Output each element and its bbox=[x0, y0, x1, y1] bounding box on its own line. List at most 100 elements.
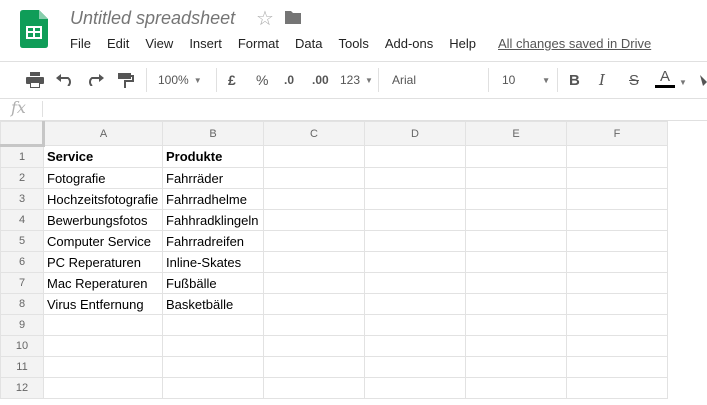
menu-tools[interactable]: Tools bbox=[338, 36, 368, 54]
currency-format-button[interactable]: £ bbox=[228, 70, 236, 90]
row-header[interactable]: 12 bbox=[0, 377, 44, 399]
cell[interactable]: Fahrradreifen bbox=[162, 230, 264, 252]
cell[interactable] bbox=[43, 356, 163, 378]
cell[interactable]: PC Reperaturen bbox=[43, 251, 163, 273]
cell[interactable] bbox=[566, 356, 668, 378]
cell[interactable] bbox=[465, 335, 567, 357]
cell[interactable] bbox=[465, 251, 567, 273]
cell[interactable] bbox=[465, 272, 567, 294]
cell[interactable] bbox=[566, 209, 668, 231]
cell[interactable] bbox=[566, 272, 668, 294]
cell[interactable] bbox=[566, 293, 668, 315]
cell[interactable] bbox=[364, 230, 466, 252]
row-header[interactable]: 10 bbox=[0, 335, 44, 357]
menu-insert[interactable]: Insert bbox=[189, 36, 222, 54]
cell[interactable] bbox=[364, 272, 466, 294]
cell[interactable] bbox=[162, 356, 264, 378]
percent-format-button[interactable]: % bbox=[256, 70, 268, 90]
cell[interactable] bbox=[364, 314, 466, 336]
cell[interactable]: Bewerbungsfotos bbox=[43, 209, 163, 231]
cell[interactable]: Hochzeitsfotografie bbox=[43, 188, 163, 210]
cell[interactable] bbox=[465, 377, 567, 399]
cell[interactable]: Produkte bbox=[162, 145, 264, 168]
cell[interactable] bbox=[566, 377, 668, 399]
cell[interactable] bbox=[566, 188, 668, 210]
menu-help[interactable]: Help bbox=[449, 36, 476, 54]
fill-color-icon[interactable] bbox=[700, 70, 707, 90]
cell[interactable]: Fotografie bbox=[43, 167, 163, 189]
document-title[interactable]: Untitled spreadsheet bbox=[70, 8, 235, 29]
cell[interactable] bbox=[43, 335, 163, 357]
increase-decimals-button[interactable]: .00 bbox=[312, 70, 329, 90]
menu-view[interactable]: View bbox=[145, 36, 173, 54]
cell[interactable] bbox=[263, 377, 365, 399]
redo-icon[interactable] bbox=[86, 70, 104, 90]
cell[interactable]: Computer Service bbox=[43, 230, 163, 252]
row-header[interactable]: 8 bbox=[0, 293, 44, 315]
cell[interactable] bbox=[364, 335, 466, 357]
folder-icon[interactable] bbox=[285, 10, 301, 24]
cell[interactable] bbox=[566, 145, 668, 168]
cell[interactable] bbox=[465, 209, 567, 231]
formula-input[interactable] bbox=[50, 101, 700, 117]
cell[interactable] bbox=[263, 293, 365, 315]
zoom-select[interactable]: 100% ▼ bbox=[158, 70, 202, 90]
text-color-button[interactable]: A bbox=[655, 68, 675, 94]
cell[interactable]: Basketbälle bbox=[162, 293, 264, 315]
row-header[interactable]: 4 bbox=[0, 209, 44, 231]
cell[interactable] bbox=[566, 335, 668, 357]
cell[interactable]: Mac Reperaturen bbox=[43, 272, 163, 294]
cell[interactable]: Fahrräder bbox=[162, 167, 264, 189]
cell[interactable] bbox=[263, 230, 365, 252]
cell[interactable]: Service bbox=[43, 145, 163, 168]
cell[interactable] bbox=[263, 188, 365, 210]
column-header-d[interactable]: D bbox=[364, 121, 466, 146]
cell[interactable] bbox=[364, 188, 466, 210]
decrease-decimals-button[interactable]: .0 bbox=[284, 70, 294, 90]
cell[interactable] bbox=[43, 314, 163, 336]
cell[interactable] bbox=[566, 251, 668, 273]
row-header[interactable]: 6 bbox=[0, 251, 44, 273]
sheets-logo-icon[interactable] bbox=[20, 10, 48, 48]
cell[interactable] bbox=[465, 293, 567, 315]
italic-button[interactable]: I bbox=[599, 70, 605, 90]
cell[interactable]: Virus Entfernung bbox=[43, 293, 163, 315]
cell[interactable] bbox=[263, 314, 365, 336]
cell[interactable] bbox=[263, 209, 365, 231]
cell[interactable] bbox=[263, 167, 365, 189]
paint-format-icon[interactable] bbox=[118, 70, 134, 90]
menu-addons[interactable]: Add-ons bbox=[385, 36, 433, 54]
cell[interactable] bbox=[465, 167, 567, 189]
cell[interactable] bbox=[263, 145, 365, 168]
column-header-e[interactable]: E bbox=[465, 121, 567, 146]
row-header[interactable]: 3 bbox=[0, 188, 44, 210]
row-header[interactable]: 11 bbox=[0, 356, 44, 378]
undo-icon[interactable] bbox=[56, 70, 74, 90]
cell[interactable] bbox=[566, 230, 668, 252]
cell[interactable] bbox=[263, 251, 365, 273]
cell[interactable] bbox=[263, 335, 365, 357]
cell[interactable] bbox=[465, 314, 567, 336]
save-status-link[interactable]: All changes saved in Drive bbox=[498, 36, 651, 51]
strikethrough-button[interactable]: S bbox=[629, 70, 639, 90]
more-formats-button[interactable]: 123 ▼ bbox=[340, 70, 373, 90]
cell[interactable] bbox=[364, 167, 466, 189]
cell[interactable] bbox=[364, 293, 466, 315]
cell[interactable]: Fahrradhelme bbox=[162, 188, 264, 210]
menu-file[interactable]: File bbox=[70, 36, 91, 54]
cell[interactable] bbox=[162, 314, 264, 336]
bold-button[interactable]: B bbox=[569, 70, 580, 90]
row-header[interactable]: 2 bbox=[0, 167, 44, 189]
cell[interactable] bbox=[263, 356, 365, 378]
column-header-c[interactable]: C bbox=[263, 121, 365, 146]
cell[interactable] bbox=[263, 272, 365, 294]
cell[interactable] bbox=[566, 167, 668, 189]
column-header-a[interactable]: A bbox=[43, 121, 163, 146]
cell[interactable] bbox=[364, 356, 466, 378]
row-header[interactable]: 7 bbox=[0, 272, 44, 294]
cell[interactable]: Fußbälle bbox=[162, 272, 264, 294]
cell[interactable] bbox=[162, 377, 264, 399]
cell[interactable] bbox=[465, 230, 567, 252]
cell[interactable] bbox=[465, 188, 567, 210]
menu-data[interactable]: Data bbox=[295, 36, 322, 54]
